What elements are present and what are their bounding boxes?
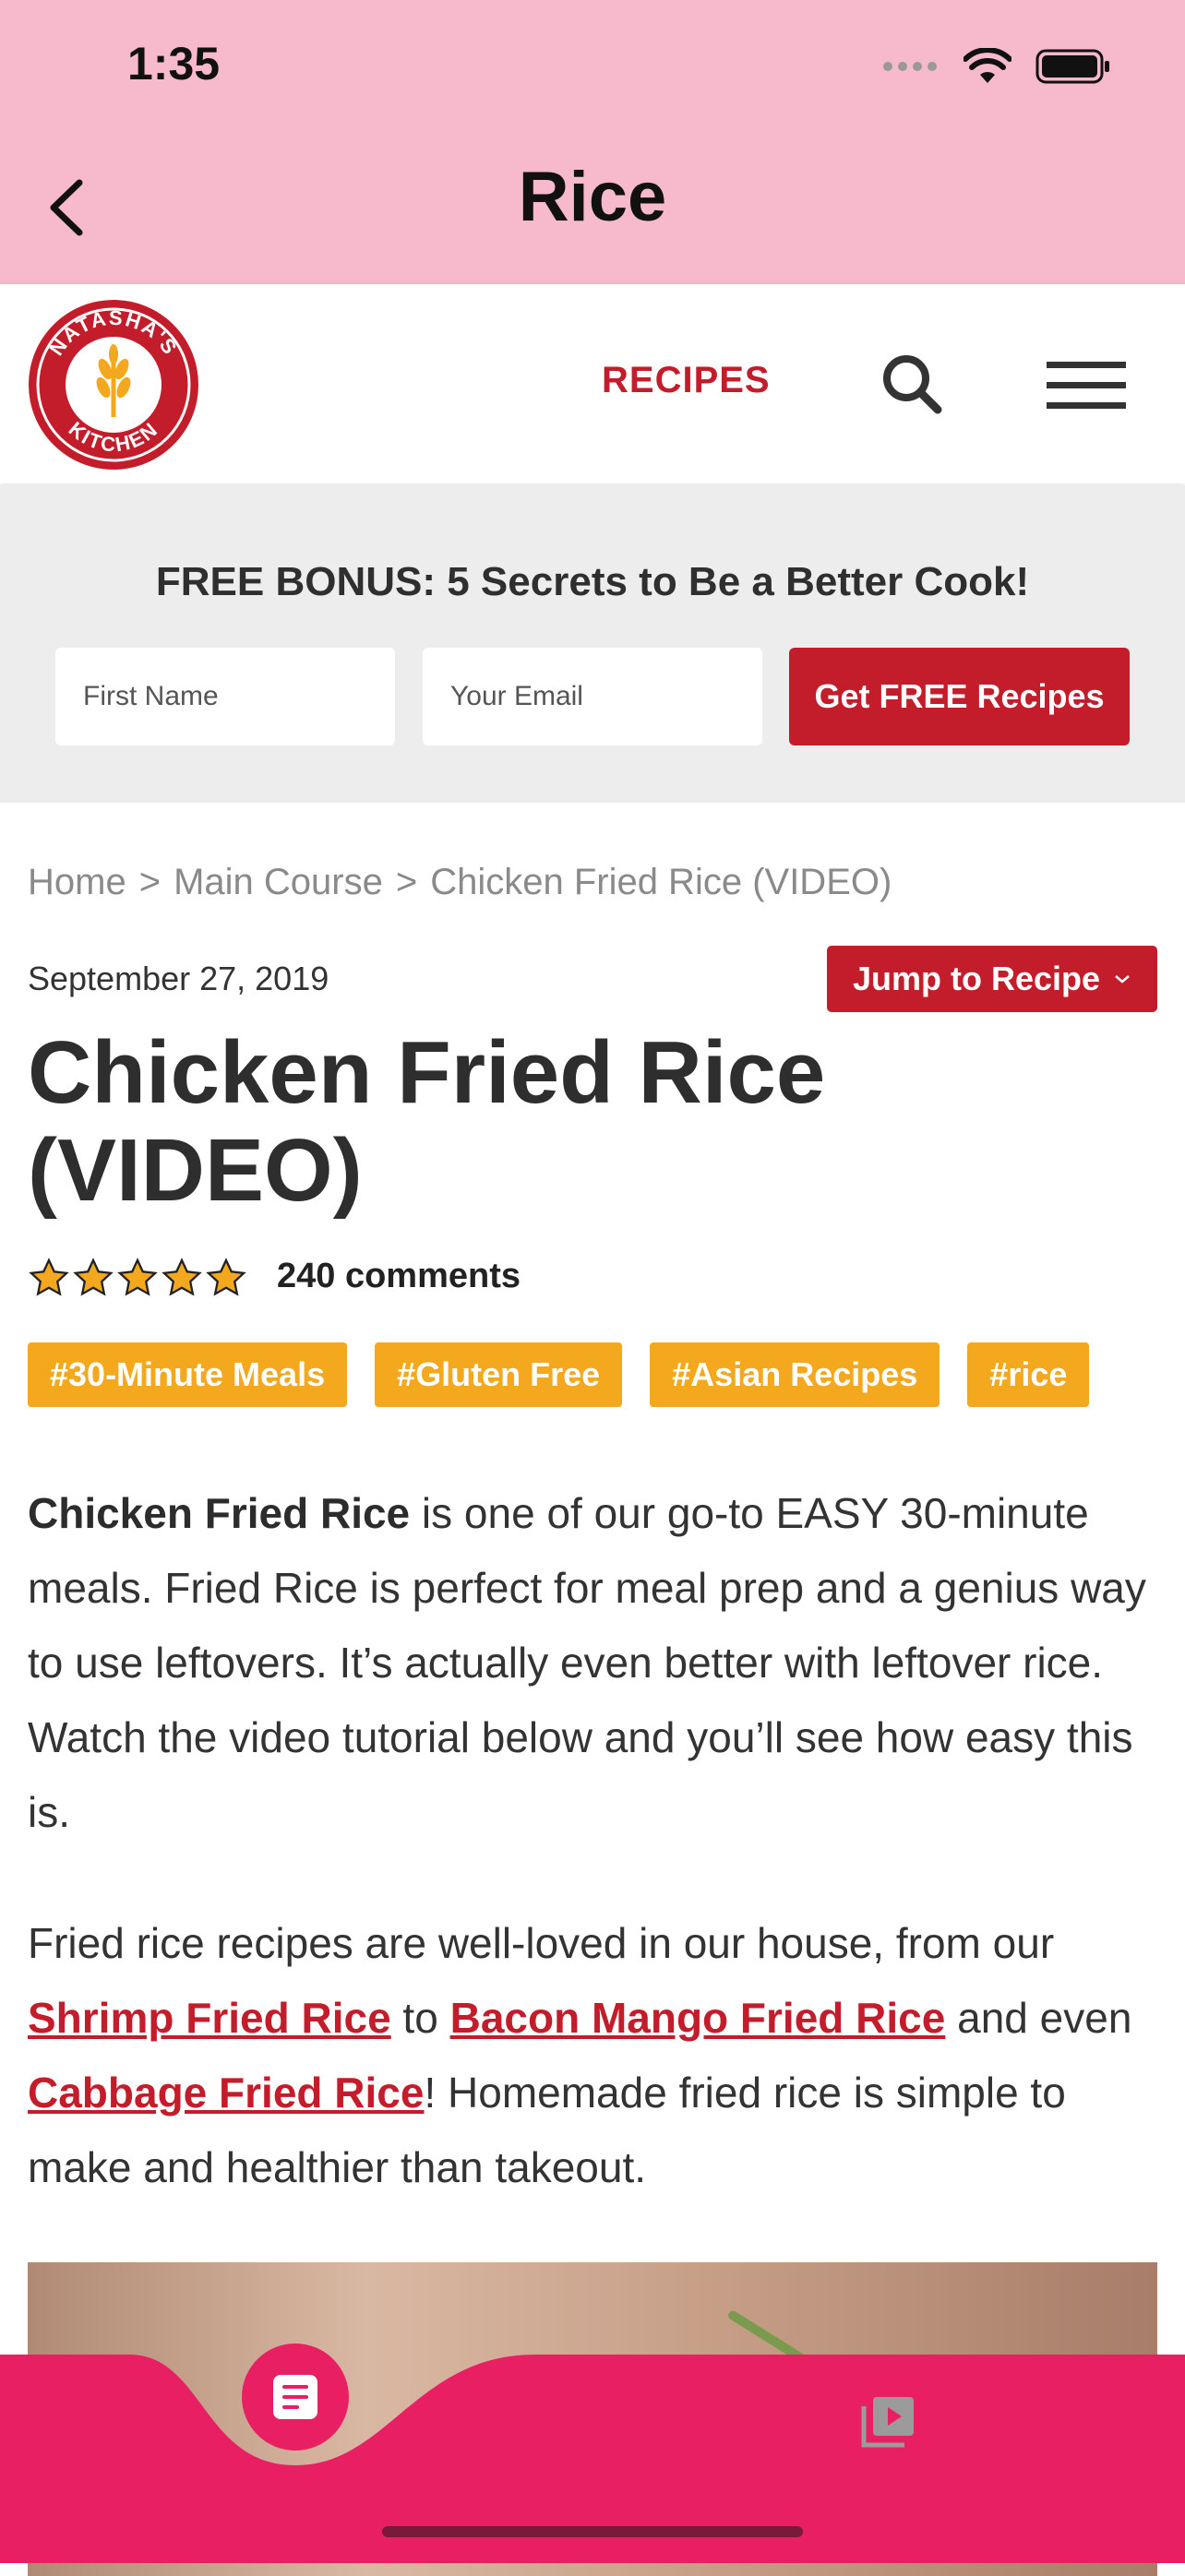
star-icon bbox=[162, 1258, 202, 1296]
star-rating[interactable] bbox=[28, 1257, 247, 1299]
jump-to-recipe-button[interactable]: Jump to Recipe bbox=[827, 946, 1157, 1012]
tag-30-minute-meals[interactable]: #30-Minute Meals bbox=[28, 1342, 348, 1407]
intro-text: is one of our go-to EASY 30-minute meals… bbox=[28, 1489, 1146, 1836]
comments-link[interactable]: 240 comments bbox=[277, 1257, 521, 1296]
breadcrumb-main-course[interactable]: Main Course bbox=[174, 862, 383, 902]
tab-article[interactable] bbox=[242, 2343, 349, 2451]
chevron-down-icon bbox=[1115, 975, 1130, 984]
breadcrumb-home[interactable]: Home bbox=[28, 862, 126, 902]
second-paragraph: Fried rice recipes are well-loved in our… bbox=[28, 1906, 1157, 2205]
breadcrumb-current: Chicken Fried Rice (VIDEO) bbox=[430, 862, 892, 902]
bonus-signup: FREE BONUS: 5 Secrets to Be a Better Coo… bbox=[0, 485, 1185, 803]
search-button[interactable] bbox=[879, 351, 945, 417]
battery-icon bbox=[1035, 49, 1109, 84]
search-icon bbox=[883, 355, 942, 414]
intro-paragraph: Chicken Fried Rice is one of our go-to E… bbox=[28, 1476, 1157, 1850]
bacon-mango-fried-rice-link[interactable]: Bacon Mango Fried Rice bbox=[450, 1994, 946, 2042]
para2-text-c: and even bbox=[945, 1994, 1132, 2042]
post-date: September 27, 2019 bbox=[28, 960, 329, 997]
status-time: 1:35 bbox=[127, 38, 221, 89]
jump-to-recipe-label: Jump to Recipe bbox=[852, 960, 1101, 997]
cellular-signal-icon bbox=[883, 62, 937, 71]
nav-recipes-link[interactable]: RECIPES bbox=[602, 360, 771, 401]
shrimp-fried-rice-link[interactable]: Shrimp Fried Rice bbox=[28, 1994, 391, 2042]
natashas-kitchen-logo-icon: NATASHA'S KITCHEN bbox=[29, 300, 198, 470]
home-indicator bbox=[382, 2526, 803, 2537]
star-icon bbox=[73, 1258, 114, 1296]
cabbage-fried-rice-link[interactable]: Cabbage Fried Rice bbox=[28, 2069, 424, 2117]
tag-asian-recipes[interactable]: #Asian Recipes bbox=[650, 1342, 940, 1407]
video-library-icon bbox=[861, 2397, 914, 2448]
bonus-title: FREE BONUS: 5 Secrets to Be a Better Coo… bbox=[155, 559, 1030, 604]
breadcrumb-separator: > bbox=[395, 862, 418, 902]
star-icon bbox=[29, 1258, 69, 1296]
post-title: Chicken Fried Rice (VIDEO) bbox=[28, 1023, 826, 1220]
intro-bold: Chicken Fried Rice bbox=[28, 1489, 411, 1537]
star-icon bbox=[117, 1258, 158, 1296]
star-icon bbox=[206, 1258, 246, 1296]
article-icon bbox=[273, 2375, 317, 2419]
para2-text-a: Fried rice recipes are well-loved in our… bbox=[28, 1919, 1055, 1967]
app-header: 1:35 Rice bbox=[0, 0, 1185, 284]
menu-button[interactable] bbox=[1047, 358, 1126, 413]
tag-rice[interactable]: #rice bbox=[967, 1342, 1090, 1407]
tag-gluten-free[interactable]: #Gluten Free bbox=[375, 1342, 623, 1407]
hamburger-menu-icon bbox=[1047, 362, 1126, 409]
site-header: NATASHA'S KITCHEN RECIPES bbox=[0, 284, 1185, 483]
site-logo[interactable]: NATASHA'S KITCHEN bbox=[26, 297, 201, 472]
tag-list: #30-Minute Meals #Gluten Free #Asian Rec… bbox=[28, 1342, 1090, 1407]
wifi-icon bbox=[964, 48, 1011, 83]
status-icons bbox=[882, 44, 1111, 89]
page-title: Rice bbox=[518, 158, 667, 236]
breadcrumb: Home > Main Course > Chicken Fried Rice (VID… bbox=[28, 862, 904, 903]
para2-text-b: to bbox=[390, 1994, 450, 2042]
email-field[interactable] bbox=[423, 648, 762, 745]
first-name-field[interactable] bbox=[55, 648, 395, 745]
get-free-recipes-button[interactable]: Get FREE Recipes bbox=[789, 648, 1130, 745]
breadcrumb-separator: > bbox=[138, 862, 162, 902]
tab-video[interactable] bbox=[858, 2391, 919, 2452]
